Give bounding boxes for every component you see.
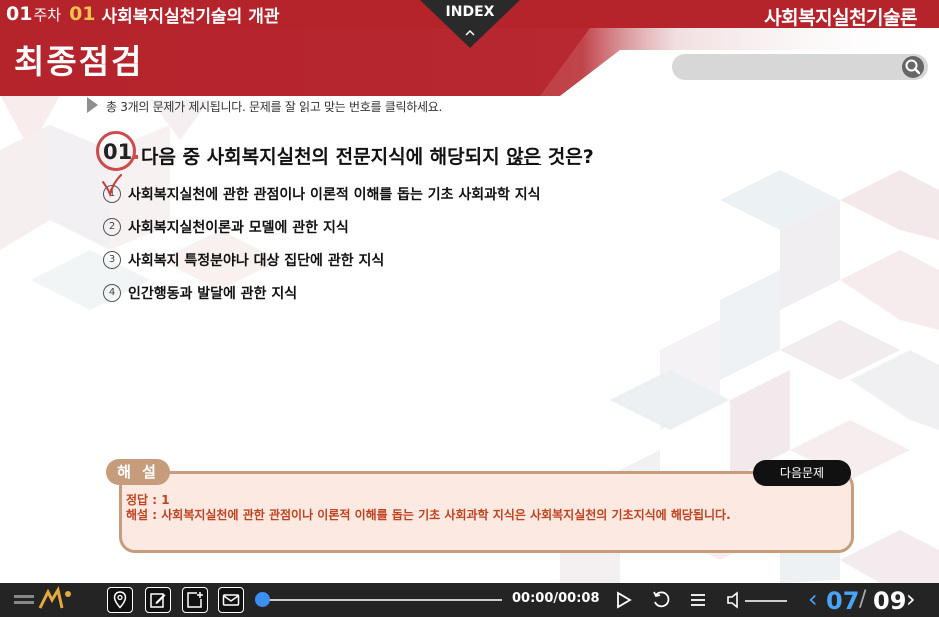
explanation-text: 해설 : 사회복지실천에 관한 관점이나 이론적 이해를 돕는 기초 사회과학 … [126, 508, 731, 522]
week-label: 주차 [33, 5, 62, 24]
logo-icon [14, 586, 71, 609]
option-text: 사회복지실천이론과 모델에 관한 지식 [128, 220, 349, 236]
volume-slider[interactable] [745, 600, 787, 602]
option-number: 2 [103, 218, 121, 236]
question-number: 01. [103, 140, 140, 164]
seek-handle[interactable] [255, 592, 270, 607]
page-title: 최종점검 [14, 42, 144, 81]
next-question-button[interactable]: 다음문제 [753, 460, 851, 486]
add-page-icon [187, 592, 203, 608]
checkmark-icon [102, 174, 122, 198]
time-display: 00:00/00:08 [512, 591, 600, 606]
question-text: 다음 중 사회복지실천의 전문지식에 해당되지 않은 것은? [141, 142, 594, 169]
week-number: 01 [6, 3, 33, 25]
chapter-number: 01 [69, 3, 96, 25]
search-box [672, 54, 928, 80]
edit-note-icon [150, 593, 166, 608]
question-text-emphasis: 않은 [506, 146, 542, 168]
previous-page-button[interactable]: ‹ [808, 585, 818, 613]
option-text: 사회복지 특정분야나 대상 집단에 관한 지식 [128, 253, 385, 269]
note-button[interactable] [145, 587, 171, 613]
option-text: 사회복지실천에 관한 관점이나 이론적 이해를 돕는 기초 사회과학 지식 [128, 187, 541, 203]
search-input[interactable] [684, 57, 894, 77]
next-page-button[interactable]: › [906, 585, 916, 613]
menu-icon[interactable] [689, 590, 707, 610]
answer-option-3[interactable]: 3 사회복지 특정분야나 대상 집단에 관한 지식 [103, 249, 384, 271]
index-button[interactable]: INDEX [420, 0, 520, 50]
option-number: 3 [103, 251, 121, 269]
search-icon[interactable] [902, 56, 924, 78]
option-text: 인간행동과 발달에 관한 지식 [128, 286, 298, 302]
answer-option-1[interactable]: 1 사회복지실천에 관한 관점이나 이론적 이해를 돕는 기초 사회과학 지식 [103, 183, 541, 205]
add-page-button[interactable] [182, 587, 208, 613]
mail-button[interactable] [218, 587, 244, 613]
total-pages: 09 [873, 587, 907, 615]
volume-icon[interactable] [726, 590, 742, 610]
chevron-up-icon [465, 29, 475, 36]
chapter-title: 사회복지실천기술의 개관 [101, 6, 280, 27]
course-name: 사회복지실천기술론 [764, 7, 917, 29]
question-text-start: 다음 중 사회복지실천의 전문지식에 해당되지 [141, 146, 507, 168]
lesson-breadcrumb: 01 주차 01 사회복지실천기술의 개관 [6, 2, 280, 27]
location-button[interactable] [107, 587, 133, 613]
answer-option-4[interactable]: 4 인간행동과 발달에 관한 지식 [103, 282, 297, 304]
map-pin-icon [113, 591, 127, 609]
question-text-end: 것은? [541, 146, 594, 168]
player-bar: 00:00/00:08 ‹ 07 / 09 › [0, 583, 939, 617]
question-number-dot: . [132, 140, 141, 164]
answer-option-2[interactable]: 2 사회복지실천이론과 모델에 관한 지식 [103, 216, 349, 238]
seek-bar[interactable] [262, 599, 502, 601]
explanation-tab: 해 설 [106, 459, 170, 485]
mail-icon [222, 594, 240, 606]
play-icon[interactable] [615, 590, 633, 610]
question-number-value: 01 [103, 140, 133, 164]
index-label: INDEX [445, 4, 495, 20]
lesson-screen: 최종점검 01 주차 01 사회복지실천기술의 개관 사회복지실천기술론 IND… [0, 0, 939, 617]
instruction-text: 총 3개의 문제가 제시됩니다. 문제를 잘 읽고 맞는 번호를 클릭하세요. [106, 100, 442, 114]
option-number: 4 [103, 284, 121, 302]
page-separator: / [859, 587, 867, 612]
arrow-right-icon [87, 97, 98, 113]
current-page: 07 [826, 587, 860, 615]
replay-icon[interactable] [651, 590, 671, 610]
